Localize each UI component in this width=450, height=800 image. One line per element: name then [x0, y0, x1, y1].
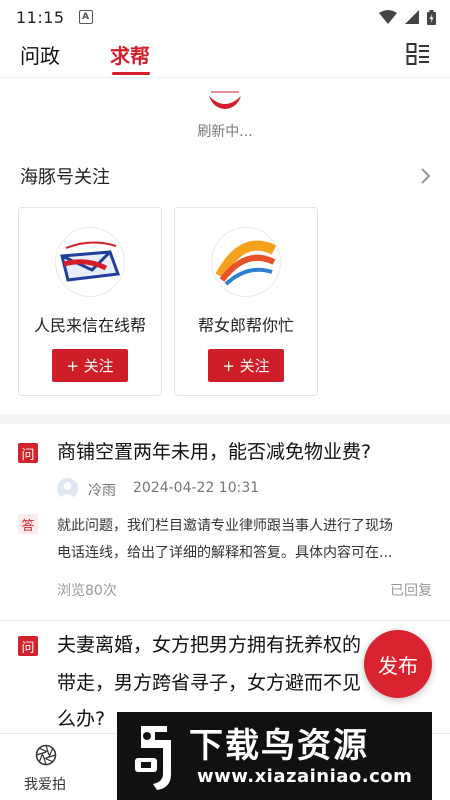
post-divider	[0, 620, 450, 621]
status-time: 11:15	[16, 7, 65, 27]
answer-line: 就此问题，我们栏目邀请专业律师跟当事人进行了现场	[57, 518, 393, 534]
envelope-logo-icon	[60, 241, 121, 282]
status-bar: 11:15 A	[0, 0, 450, 34]
list-menu-icon[interactable]	[406, 42, 430, 66]
aperture-icon	[35, 744, 57, 766]
post-title-line[interactable]: 夫妻离婚，女方把男方拥有抚养权的	[57, 626, 361, 664]
account-card[interactable]: 帮女郎帮你忙 + 关注	[174, 207, 318, 396]
question-badge: 问	[18, 443, 38, 463]
tab-qiubang[interactable]: 求帮	[110, 40, 150, 69]
view-count: 浏览80次	[57, 583, 117, 599]
avatar	[57, 478, 78, 499]
answer-line: 电话连线，给出了详细的解释和答复。具体内容可在...	[57, 545, 393, 561]
wifi-icon	[379, 10, 397, 24]
publish-button[interactable]: 发布	[364, 630, 432, 698]
watermark-banner: 下载鸟资源 www.xiazainiao.com	[117, 712, 432, 800]
post-time: 2024-04-22 10:31	[133, 480, 260, 496]
question-badge: 问	[18, 636, 38, 656]
top-tab-bar: 问政 求帮	[0, 34, 450, 78]
refresh-status-text: 刷新中...	[197, 124, 253, 140]
sunrise-logo-icon	[215, 240, 277, 286]
post-author: 冷雨	[88, 483, 116, 499]
watermark-url: www.xiazainiao.com	[197, 766, 413, 787]
chevron-right-icon[interactable]	[418, 166, 432, 186]
notification-icon: A	[78, 10, 93, 24]
account-name: 帮女郎帮你忙	[197, 316, 294, 335]
bird-logo-icon	[135, 726, 171, 790]
active-tab-indicator	[112, 72, 150, 75]
signal-icon	[405, 10, 419, 24]
account-name: 人民来信在线帮	[33, 316, 146, 335]
nav-label: 我爱拍	[24, 777, 66, 793]
answer-text: 就此问题，我们栏目邀请专业律师跟当事人进行了现场 电话连线，给出了详细的解释和答…	[57, 513, 433, 567]
account-card[interactable]: 人民来信在线帮 + 关注	[18, 207, 162, 396]
refresh-logo-icon	[209, 91, 241, 109]
section-title: 海豚号关注	[20, 167, 110, 188]
renmin-laixin-logo	[55, 227, 125, 297]
bangnvlang-logo	[211, 227, 281, 297]
reply-status: 已回复	[390, 583, 432, 599]
nav-item-woaipai[interactable]: 我爱拍	[0, 734, 90, 800]
section-divider	[0, 414, 450, 424]
battery-icon	[427, 9, 436, 25]
watermark-title: 下载鸟资源	[189, 726, 369, 766]
post-title[interactable]: 商铺空置两年未用，能否减免物业费?	[57, 433, 371, 471]
follow-button[interactable]: + 关注	[52, 349, 128, 382]
tab-wenzheng[interactable]: 问政	[20, 40, 60, 69]
answer-badge: 答	[18, 514, 38, 534]
follow-button[interactable]: + 关注	[208, 349, 284, 382]
post-title-line[interactable]: 带走，男方跨省寻子，女方避而不见	[57, 664, 361, 702]
